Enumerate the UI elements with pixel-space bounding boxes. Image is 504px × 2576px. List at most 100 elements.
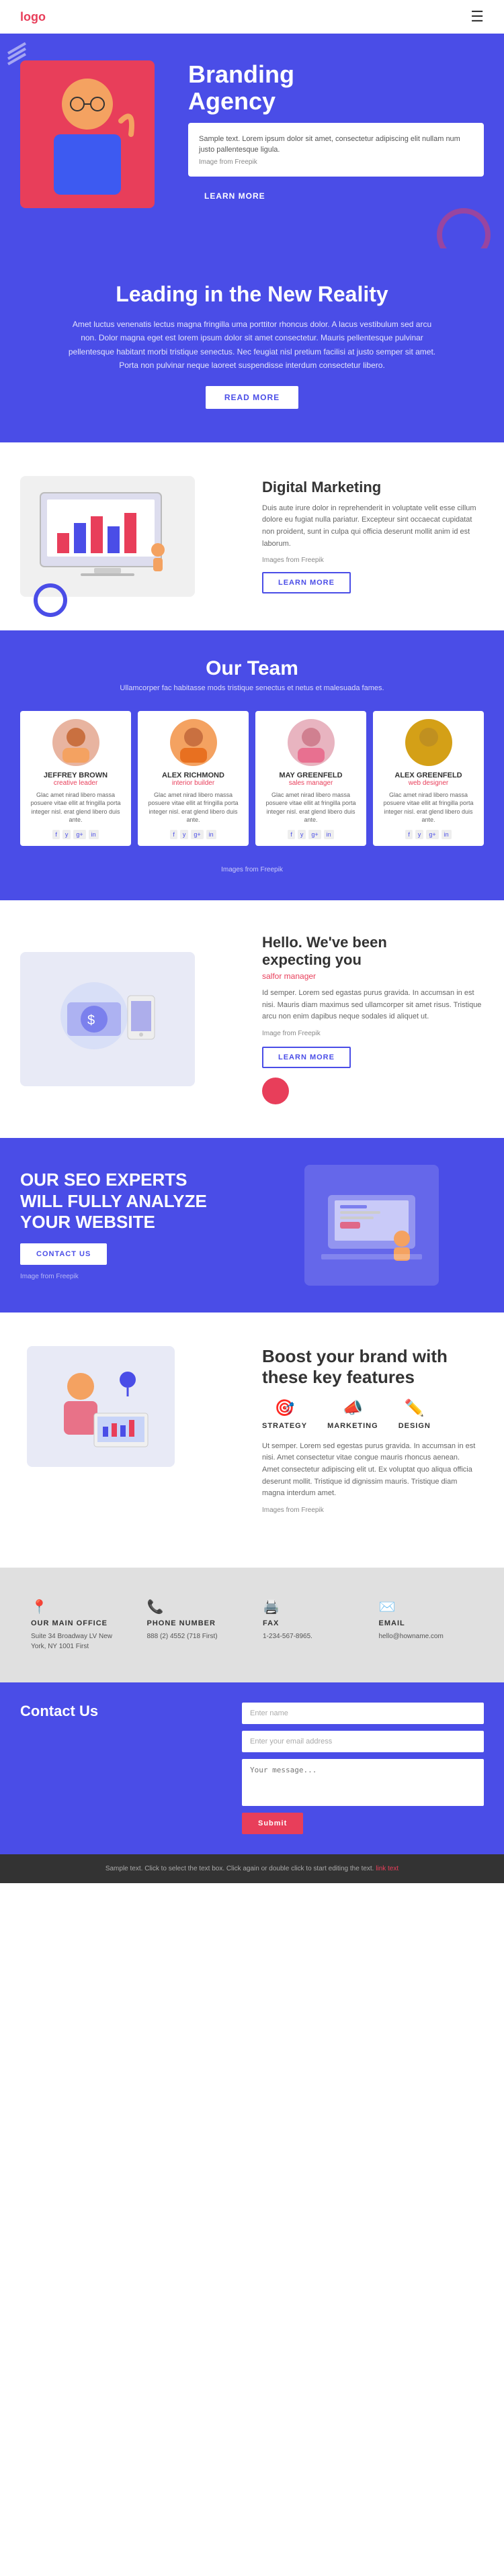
team-subtitle: Ullamcorper fac habitasse mods tristique… bbox=[13, 684, 491, 692]
learn-more-button[interactable]: LEARN MORE bbox=[188, 185, 282, 207]
svg-text:$: $ bbox=[87, 1013, 95, 1028]
social-linkedin[interactable]: in bbox=[442, 830, 452, 839]
boost-visual bbox=[27, 1346, 242, 1467]
social-google[interactable]: g+ bbox=[426, 830, 438, 839]
contact-form-section: Contact Us Submit bbox=[0, 1682, 504, 1854]
social-facebook[interactable]: f bbox=[52, 830, 60, 839]
social-twitter[interactable]: y bbox=[298, 830, 306, 839]
contact-form-side: Contact Us bbox=[20, 1703, 222, 1834]
social-facebook[interactable]: f bbox=[170, 830, 177, 839]
email-input[interactable] bbox=[242, 1731, 484, 1752]
hero-image bbox=[20, 60, 168, 208]
team-header: Our Team Ullamcorper fac habitasse mods … bbox=[13, 657, 491, 692]
social-google[interactable]: g+ bbox=[308, 830, 321, 839]
contact-title: Contact Us bbox=[20, 1703, 222, 1720]
team-avatar-4 bbox=[405, 719, 452, 766]
team-title: Our Team bbox=[13, 657, 491, 680]
team-avatar-2 bbox=[170, 719, 217, 766]
team-card: ALEX GREENFELD web designer Glac amet ni… bbox=[373, 711, 484, 846]
contact-info: 📍 OUR MAIN OFFICE Suite 34 Broadway LV N… bbox=[0, 1568, 504, 1682]
boost-image-box bbox=[27, 1346, 175, 1467]
team-card: JEFFREY BROWN creative leader Glac amet … bbox=[20, 711, 131, 846]
footer-text: Sample text. Click to select the text bo… bbox=[20, 1865, 484, 1872]
team-member-text: Glac amet nirad libero massa posuere vit… bbox=[262, 791, 360, 824]
team-avatar-1 bbox=[52, 719, 99, 766]
logo[interactable]: logo bbox=[20, 10, 46, 24]
team-member-text: Glac amet nirad libero massa posuere vit… bbox=[27, 791, 124, 824]
reality-section: Leading in the New Reality Amet luctus v… bbox=[0, 248, 504, 442]
hello-role: salfor manager bbox=[262, 971, 484, 981]
contact-section: 📍 OUR MAIN OFFICE Suite 34 Broadway LV N… bbox=[0, 1568, 504, 1854]
social-facebook[interactable]: f bbox=[405, 830, 413, 839]
boost-images-credit: Images from Freepik bbox=[262, 1507, 477, 1514]
team-social-links: f y g+ in bbox=[27, 830, 124, 839]
team-member-role: web designer bbox=[380, 779, 477, 787]
hero-circle-deco bbox=[437, 208, 491, 248]
boost-title: Boost your brand with these key features bbox=[262, 1346, 477, 1388]
team-avatar-3 bbox=[288, 719, 335, 766]
social-twitter[interactable]: y bbox=[180, 830, 189, 839]
team-member-text: Glac amet nirad libero massa posuere vit… bbox=[144, 791, 242, 824]
message-textarea[interactable] bbox=[242, 1759, 484, 1806]
hero-person-image bbox=[20, 60, 155, 208]
social-facebook[interactable]: f bbox=[288, 830, 295, 839]
name-input[interactable] bbox=[242, 1703, 484, 1724]
team-member-role: interior builder bbox=[144, 779, 242, 787]
contact-main-office: 📍 OUR MAIN OFFICE Suite 34 Broadway LV N… bbox=[20, 1588, 136, 1662]
deco-circle bbox=[34, 583, 67, 617]
team-social-links: f y g+ in bbox=[380, 830, 477, 839]
social-linkedin[interactable]: in bbox=[206, 830, 216, 839]
hello-body: Id semper. Lorem sed egastas purus gravi… bbox=[262, 988, 484, 1023]
location-icon: 📍 bbox=[31, 1599, 126, 1615]
social-google[interactable]: g+ bbox=[73, 830, 85, 839]
team-member-role: creative leader bbox=[27, 779, 124, 787]
boost-header: Boost your brand with these key features… bbox=[27, 1346, 477, 1514]
person-svg bbox=[34, 67, 141, 201]
digital-visual bbox=[20, 476, 242, 597]
social-google[interactable]: g+ bbox=[191, 830, 203, 839]
design-label: DESIGN bbox=[398, 1422, 431, 1430]
reality-title: Leading in the New Reality bbox=[40, 282, 464, 307]
team-card: ALEX RICHMOND interior builder Glac amet… bbox=[138, 711, 249, 846]
marketing-icon: 📣 bbox=[327, 1398, 378, 1418]
footer-link[interactable]: link text bbox=[376, 1865, 398, 1872]
hero-image-credit: Image from Freepik bbox=[199, 158, 473, 166]
read-more-button[interactable]: READ MORE bbox=[206, 386, 298, 409]
fax-text: 1-234-567-8965. bbox=[263, 1631, 358, 1641]
team-member-name: ALEX RICHMOND bbox=[144, 771, 242, 779]
contact-us-button[interactable]: CONTACT US bbox=[20, 1243, 107, 1265]
digital-learn-more-button[interactable]: LEARN MORE bbox=[262, 572, 351, 593]
submit-button[interactable]: Submit bbox=[242, 1813, 303, 1834]
boost-feature-marketing: 📣 MARKETING bbox=[327, 1398, 378, 1430]
social-twitter[interactable]: y bbox=[415, 830, 424, 839]
reality-body: Amet luctus venenatis lectus magna fring… bbox=[64, 318, 440, 373]
digital-section: Digital Marketing Duis aute irure dolor … bbox=[0, 442, 504, 630]
email-text: hello@howname.com bbox=[379, 1631, 474, 1641]
marketing-label: MARKETING bbox=[327, 1422, 378, 1430]
hello-learn-more-button[interactable]: LEARN MORE bbox=[262, 1047, 351, 1068]
contact-fax: 🖨️ FAX 1-234-567-8965. bbox=[252, 1588, 368, 1662]
team-social-links: f y g+ in bbox=[262, 830, 360, 839]
social-linkedin[interactable]: in bbox=[324, 830, 334, 839]
boost-body: Ut semper. Lorem sed egestas purus gravi… bbox=[262, 1441, 477, 1500]
digital-title: Digital Marketing bbox=[262, 479, 484, 496]
team-member-name: MAY GREENFELD bbox=[262, 771, 360, 779]
boost-feature-design: ✏️ DESIGN bbox=[398, 1398, 431, 1430]
fax-icon: 🖨️ bbox=[263, 1599, 358, 1615]
seo-image-credit: Image from Freepik bbox=[20, 1273, 245, 1280]
seo-image-box bbox=[304, 1165, 439, 1286]
seo-svg bbox=[314, 1175, 429, 1276]
hamburger-icon[interactable]: ☰ bbox=[470, 8, 484, 26]
header: logo ☰ bbox=[0, 0, 504, 34]
team-member-name: JEFFREY BROWN bbox=[27, 771, 124, 779]
social-twitter[interactable]: y bbox=[62, 830, 71, 839]
social-linkedin[interactable]: in bbox=[89, 830, 99, 839]
team-card: MAY GREENFELD sales manager Glac amet ni… bbox=[255, 711, 366, 846]
hello-content: Hello. We've been expecting you salfor m… bbox=[262, 934, 484, 1104]
boost-svg bbox=[40, 1353, 161, 1460]
digital-image-credit: Images from Freepik bbox=[262, 557, 484, 564]
monitor-svg bbox=[34, 486, 181, 587]
boost-content: Boost your brand with these key features… bbox=[242, 1346, 477, 1514]
hero-content: Branding Agency Sample text. Lorem ipsum… bbox=[168, 61, 484, 207]
hero-section: Branding Agency Sample text. Lorem ipsum… bbox=[0, 34, 504, 248]
